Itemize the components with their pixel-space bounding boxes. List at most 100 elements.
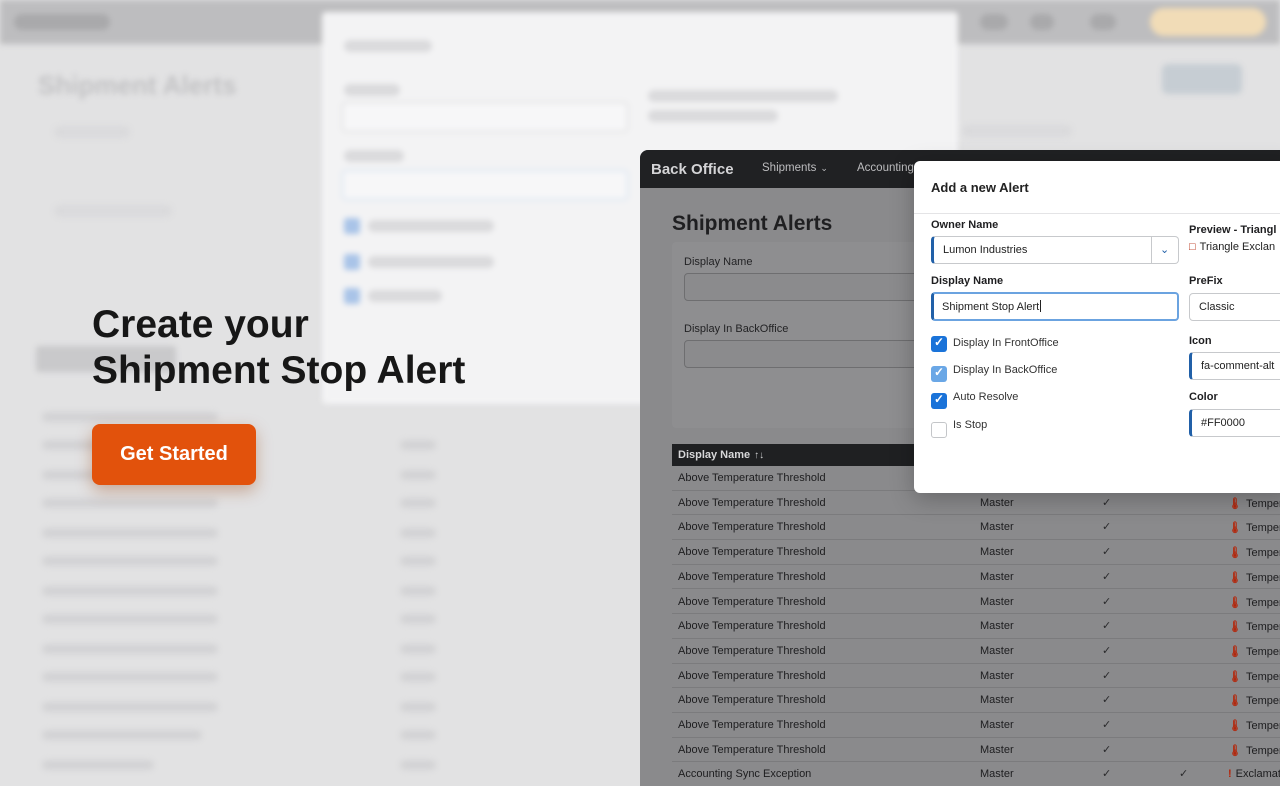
column-header-label: Display Name — [678, 449, 751, 461]
prefix-select[interactable]: Classic — [1189, 293, 1280, 321]
chevron-down-icon: ⌄ — [1160, 244, 1170, 256]
background-line — [648, 90, 838, 102]
cell-preview: 🌡 Temper — [1228, 694, 1280, 707]
cell-preview-text: Temper — [1245, 744, 1280, 757]
cell-preview-text: Temper — [1245, 720, 1280, 732]
background-row — [42, 644, 218, 654]
checkmark-icon: ✓ — [1102, 620, 1112, 633]
owner-name-dropdown-toggle[interactable]: ⌄ — [1151, 237, 1178, 263]
add-alert-modal: Add a new Alert Owner Name Lumon Industr… — [914, 161, 1280, 493]
cell-owner: Master — [980, 768, 1014, 781]
background-cell — [400, 614, 436, 624]
background-cell — [400, 556, 436, 566]
thermometer-icon: 🌡 — [1228, 670, 1242, 683]
get-started-button[interactable]: Get Started — [92, 424, 256, 485]
brand-logo[interactable]: Back Office — [651, 161, 734, 178]
cell-preview: 🌡 Temper — [1228, 546, 1280, 559]
checkmark-icon: ✓ — [934, 335, 945, 349]
background-page-title: Shipment Alerts — [38, 70, 237, 100]
table-row[interactable]: Above Temperature Threshold Master ✓ 🌡 Tempe… — [672, 664, 1280, 689]
checkbox-unchecked[interactable] — [931, 422, 947, 438]
background-row — [42, 528, 218, 538]
cell-preview-text: Temper — [1245, 596, 1280, 609]
thermometer-icon: 🌡 — [1228, 645, 1242, 658]
background-cell — [400, 672, 436, 682]
color-input[interactable]: #FF0000 — [1189, 409, 1280, 437]
checkmark-icon: ✓ — [1102, 644, 1112, 657]
background-cell — [400, 498, 436, 508]
checkbox-checked[interactable]: ✓ — [931, 392, 947, 409]
hero-heading-line-1: Create your — [92, 303, 309, 346]
table-row[interactable]: Above Temperature Threshold Master ✓ 🌡 Tempe… — [672, 639, 1280, 664]
cell-owner: Master — [980, 694, 1014, 707]
checkbox-checked[interactable]: ✓ — [931, 335, 947, 352]
background-row — [42, 614, 218, 624]
cell-owner: Master — [980, 595, 1014, 608]
icon-label: Icon — [1189, 335, 1212, 347]
background-cell — [400, 586, 436, 596]
table-row[interactable]: Above Temperature Threshold Master ✓ 🌡 Tempe… — [672, 565, 1280, 590]
background-label-placeholder — [54, 126, 130, 138]
table-row[interactable]: Above Temperature Threshold Master ✓ 🌡 Tempe… — [672, 614, 1280, 639]
background-line — [368, 220, 494, 232]
cell-display-name: Above Temperature Threshold — [678, 694, 826, 707]
cell-display-name: Accounting Sync Exception — [678, 768, 812, 781]
thermometer-icon: 🌡 — [1228, 695, 1242, 708]
background-cell — [400, 644, 436, 654]
background-row — [42, 672, 218, 682]
thermometer-icon: 🌡 — [1228, 522, 1242, 535]
cell-preview: 🌡 Temper — [1228, 497, 1280, 510]
background-input — [342, 102, 628, 132]
thermometer-icon: 🌡 — [1228, 497, 1242, 510]
cell-owner: Master — [980, 620, 1014, 633]
nav-item-accounting[interactable]: Accounting — [857, 162, 914, 174]
cell-owner: Master — [980, 546, 1014, 559]
cell-preview-text: Temper — [1245, 670, 1280, 683]
background-row — [42, 730, 202, 740]
cell-owner: Master — [980, 743, 1014, 756]
checkmark-icon: ✓ — [1102, 719, 1112, 731]
owner-name-select[interactable]: Lumon Industries ⌄ — [931, 236, 1179, 264]
modal-title: Add a new Alert — [931, 180, 1029, 195]
background-line — [344, 84, 400, 96]
column-header-display-name[interactable]: Display Name ↑↓ — [678, 449, 764, 461]
background-row — [42, 412, 218, 422]
cell-preview-text: Exclamati — [1235, 768, 1280, 781]
exclamation-icon: ! — [1228, 768, 1232, 781]
cell-owner: Master — [980, 669, 1014, 682]
table-row[interactable]: Accounting Sync Exception Master ✓ ✓! Exclam… — [672, 762, 1280, 786]
cell-display-name: Above Temperature Threshold — [678, 620, 826, 633]
table-row[interactable]: Above Temperature Threshold Master ✓ 🌡 Tempe… — [672, 540, 1280, 565]
cell-display-name: Above Temperature Threshold — [678, 472, 826, 484]
icon-value: fa-comment-alt — [1201, 360, 1275, 372]
checkmark-icon: ✓ — [1179, 768, 1189, 781]
display-name-input[interactable]: Shipment Stop Alert — [931, 292, 1179, 321]
hero-heading-line-2: Shipment Stop Alert — [92, 349, 466, 392]
icon-input[interactable]: fa-comment-alt — [1189, 352, 1280, 380]
checkmark-icon: ✓ — [934, 392, 945, 406]
table-row[interactable]: Above Temperature Threshold Master ✓ 🌡 Tempe… — [672, 515, 1280, 541]
thermometer-icon: 🌡 — [1228, 596, 1242, 609]
table-row[interactable]: Above Temperature Threshold Master ✓ 🌡 Tempe… — [672, 738, 1280, 763]
filter-display-name-input[interactable] — [684, 273, 932, 301]
checkmark-icon: ✓ — [1102, 743, 1112, 756]
table-row[interactable]: Above Temperature Threshold Master ✓ 🌡 Tempe… — [672, 713, 1280, 738]
thermometer-icon: 🌡 — [1228, 621, 1242, 634]
background-logo-placeholder — [14, 14, 110, 30]
thermometer-icon: 🌡 — [1228, 547, 1242, 560]
cell-display-name: Above Temperature Threshold — [678, 669, 826, 682]
table-row[interactable]: Above Temperature Threshold Master ✓ 🌡 Tempe… — [672, 688, 1280, 713]
nav-item-shipments[interactable]: Shipments ⌄ — [762, 162, 828, 174]
color-label: Color — [1189, 391, 1218, 403]
background-line — [368, 256, 494, 268]
preview-value: □ Triangle Exclan — [1189, 241, 1276, 253]
table-row[interactable]: Above Temperature Threshold Master ✓ 🌡 Tempe… — [672, 590, 1280, 615]
chevron-down-icon: ⌄ — [820, 163, 828, 173]
cell-display-name: Above Temperature Threshold — [678, 719, 826, 731]
filter-display-in-backoffice-select[interactable]: ⌄ — [684, 340, 932, 368]
checkbox-checked[interactable]: ✓ — [931, 365, 947, 382]
background-checkbox — [344, 254, 360, 270]
filter-panel: Display Name Display In BackOffice ⌄ — [672, 242, 932, 428]
table-row[interactable]: Above Temperature Threshold Master ✓ 🌡 Tempe… — [672, 491, 1280, 516]
cell-preview-text: Temper — [1245, 522, 1280, 535]
